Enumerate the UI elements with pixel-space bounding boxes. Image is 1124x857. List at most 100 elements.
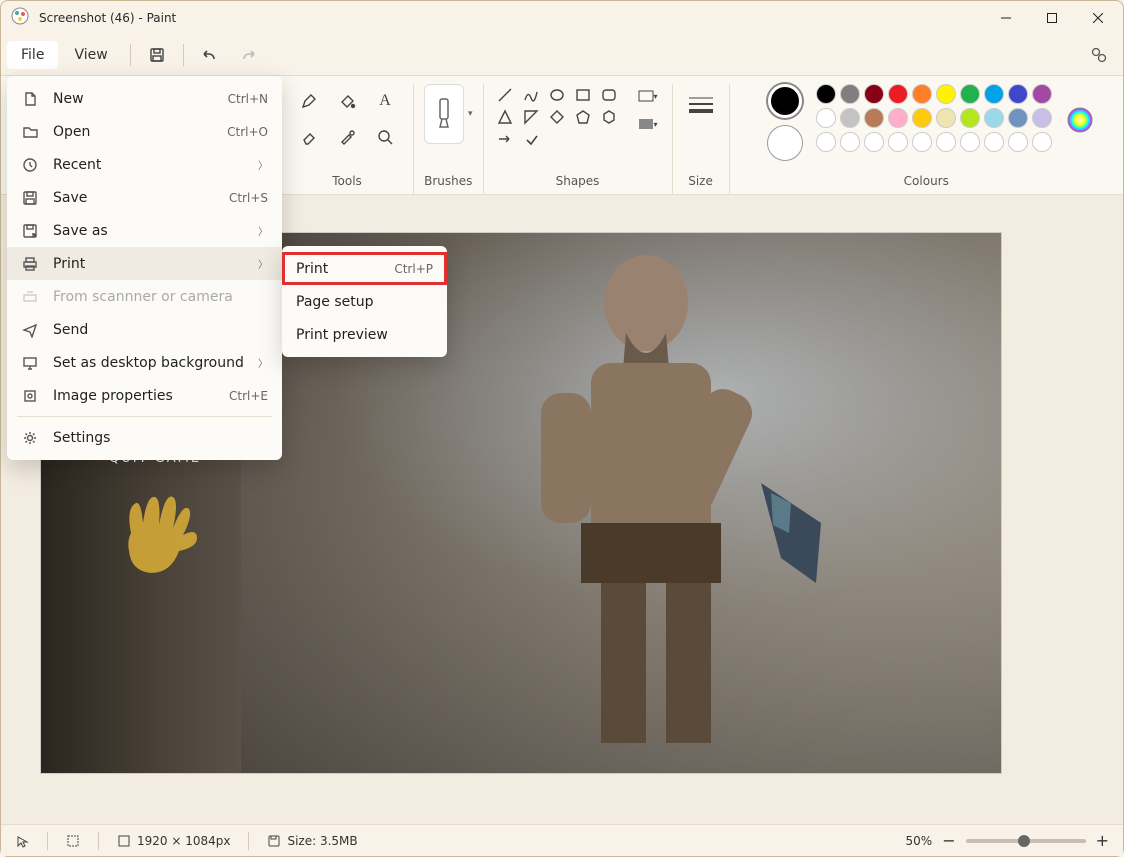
custom-color-slot[interactable]	[864, 132, 884, 152]
print-submenu: PrintCtrl+PPage setupPrint preview	[282, 246, 447, 357]
titlebar: Screenshot (46) - Paint	[1, 1, 1123, 35]
folder-icon	[21, 124, 39, 140]
custom-color-slot[interactable]	[816, 132, 836, 152]
chevron-right-icon: 〉	[258, 256, 268, 271]
color-swatch[interactable]	[984, 108, 1004, 128]
magnifier-tool[interactable]	[367, 120, 403, 154]
edit-colors-button[interactable]	[1066, 106, 1094, 138]
save-icon	[21, 190, 39, 206]
size-label: Size	[688, 168, 713, 194]
colours-group: Colours	[730, 84, 1123, 194]
file-menu-settings[interactable]: Settings	[7, 421, 282, 454]
close-button[interactable]	[1075, 2, 1121, 34]
color-palette	[816, 84, 1052, 152]
shape-fill-button[interactable]: ▾	[634, 112, 662, 136]
maximize-button[interactable]	[1029, 2, 1075, 34]
chevron-right-icon: 〉	[258, 355, 268, 370]
color-swatch[interactable]	[816, 108, 836, 128]
color-swatch[interactable]	[1008, 108, 1028, 128]
tools-label: Tools	[332, 168, 362, 194]
color-swatch[interactable]	[888, 108, 908, 128]
file-menu-open[interactable]: OpenCtrl+O	[7, 115, 282, 148]
file-menu-save[interactable]: SaveCtrl+S	[7, 181, 282, 214]
file-tab[interactable]: File	[7, 41, 58, 69]
minimize-button[interactable]	[983, 2, 1029, 34]
color-1-swatch[interactable]	[768, 84, 802, 118]
file-menu-recent[interactable]: Recent〉	[7, 148, 282, 181]
color-swatch[interactable]	[984, 84, 1004, 104]
tools-group: A Tools	[281, 84, 414, 194]
file-menu-new[interactable]: NewCtrl+N	[7, 82, 282, 115]
file-size: Size: 3.5MB	[267, 834, 357, 848]
scanner-icon	[21, 289, 39, 305]
shape-outline-button[interactable]: ▾	[634, 84, 662, 108]
eraser-tool[interactable]	[291, 120, 327, 154]
save-icon-button[interactable]	[139, 39, 175, 71]
shapes-palette[interactable]	[494, 84, 624, 150]
color-swatch[interactable]	[840, 108, 860, 128]
send-icon	[21, 322, 39, 338]
pencil-tool[interactable]	[291, 84, 327, 118]
custom-color-slot[interactable]	[1008, 132, 1028, 152]
settings-icon	[21, 430, 39, 446]
color-swatch[interactable]	[1032, 108, 1052, 128]
settings-gear-button[interactable]	[1081, 39, 1117, 71]
color-swatch[interactable]	[864, 108, 884, 128]
color-swatch[interactable]	[888, 84, 908, 104]
desktop-icon	[21, 355, 39, 371]
zoom-slider[interactable]	[966, 839, 1086, 843]
shapes-label: Shapes	[556, 168, 600, 194]
colours-label: Colours	[904, 168, 949, 194]
window-title: Screenshot (46) - Paint	[39, 11, 176, 25]
chevron-right-icon: 〉	[258, 157, 268, 172]
zoom-out-button[interactable]: −	[942, 831, 955, 850]
size-selector[interactable]	[683, 84, 719, 128]
color-swatch[interactable]	[840, 84, 860, 104]
custom-color-slot[interactable]	[936, 132, 956, 152]
color-picker-tool[interactable]	[329, 120, 365, 154]
color-2-swatch[interactable]	[768, 126, 802, 160]
file-menu-set-as-desktop-background[interactable]: Set as desktop background〉	[7, 346, 282, 379]
color-swatch[interactable]	[960, 84, 980, 104]
custom-color-slot[interactable]	[912, 132, 932, 152]
color-swatch[interactable]	[912, 84, 932, 104]
color-swatch[interactable]	[936, 84, 956, 104]
color-swatch[interactable]	[1032, 84, 1052, 104]
color-swatch[interactable]	[816, 84, 836, 104]
submenu-print-preview[interactable]: Print preview	[282, 318, 447, 351]
custom-color-slot[interactable]	[1032, 132, 1052, 152]
statusbar: 1920 × 1084px Size: 3.5MB 50% − +	[1, 824, 1123, 856]
brush-selector[interactable]	[424, 84, 464, 144]
fill-tool[interactable]	[329, 84, 365, 118]
saveas-icon	[21, 223, 39, 239]
color-swatch[interactable]	[936, 108, 956, 128]
submenu-print[interactable]: PrintCtrl+P	[282, 252, 447, 285]
custom-color-slot[interactable]	[960, 132, 980, 152]
shapes-group: ▾ ▾ Shapes	[484, 84, 673, 194]
text-tool[interactable]: A	[367, 84, 403, 118]
file-menu-print[interactable]: Print〉	[7, 247, 282, 280]
zoom-level: 50%	[906, 834, 933, 848]
file-menu-from-scannner-or-camera: From scannner or camera	[7, 280, 282, 313]
view-tab[interactable]: View	[60, 41, 121, 69]
custom-color-slot[interactable]	[840, 132, 860, 152]
color-swatch[interactable]	[912, 108, 932, 128]
undo-button[interactable]	[192, 39, 228, 71]
file-menu-send[interactable]: Send	[7, 313, 282, 346]
custom-color-slot[interactable]	[888, 132, 908, 152]
file-icon	[21, 91, 39, 107]
color-swatch[interactable]	[864, 84, 884, 104]
color-swatch[interactable]	[960, 108, 980, 128]
file-menu-image-properties[interactable]: Image propertiesCtrl+E	[7, 379, 282, 412]
custom-color-slot[interactable]	[984, 132, 1004, 152]
chevron-down-icon: ▾	[468, 109, 473, 119]
color-swatch[interactable]	[1008, 84, 1028, 104]
file-menu-save-as[interactable]: Save as〉	[7, 214, 282, 247]
redo-button[interactable]	[230, 39, 266, 71]
menubar: File View	[1, 35, 1123, 75]
submenu-page-setup[interactable]: Page setup	[282, 285, 447, 318]
zoom-in-button[interactable]: +	[1096, 831, 1109, 850]
brushes-label: Brushes	[424, 168, 472, 194]
clock-icon	[21, 157, 39, 173]
image-dimensions: 1920 × 1084px	[117, 834, 230, 848]
